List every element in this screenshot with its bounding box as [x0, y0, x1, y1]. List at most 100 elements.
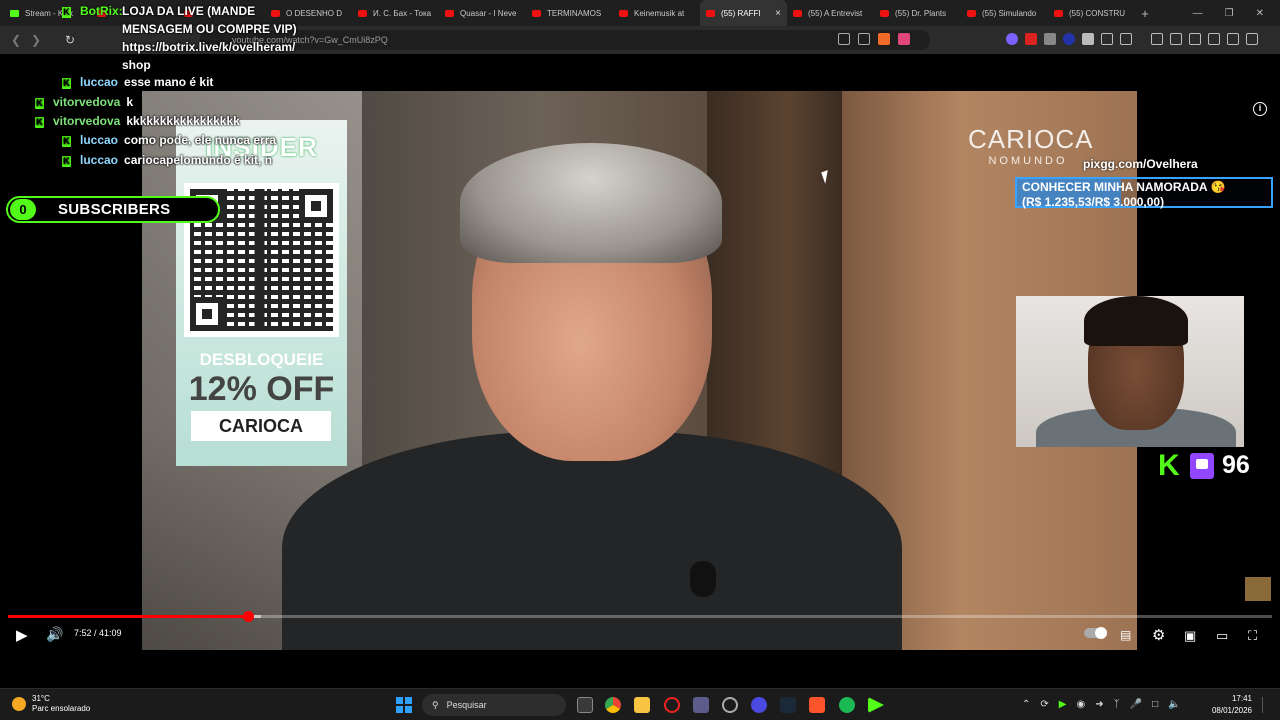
cast-icon[interactable] [838, 33, 850, 45]
kick-logo-icon: K [1158, 448, 1180, 482]
vpn-icon[interactable] [1227, 33, 1239, 45]
back-icon[interactable]: ❮ [6, 33, 26, 47]
extension-icon[interactable] [1006, 33, 1018, 45]
browser-tab[interactable]: (55) Dr. Plants [874, 0, 961, 26]
new-tab-button[interactable]: + [1135, 6, 1155, 21]
chat-message: como pode, ele nunca erra [124, 133, 277, 147]
puzzle-icon[interactable] [1101, 33, 1113, 45]
sidebar-icon[interactable] [1170, 33, 1182, 45]
clock-time: 17:41 [1231, 694, 1252, 703]
network-icon[interactable]: □ [1152, 699, 1158, 710]
tray-app-icon[interactable]: ⟳ [1040, 699, 1048, 710]
donation-goal-title: CONHECER MINHA NAMORADA 😘 [1022, 180, 1226, 194]
restore-icon[interactable]: ❐ [1225, 8, 1234, 19]
browser-tab[interactable]: Quasar - I Neve [439, 0, 526, 26]
channel-watermark: CARIOCA NOMUNDO [968, 124, 1092, 167]
music-icon[interactable] [1151, 33, 1163, 45]
youtube-icon [793, 9, 802, 17]
url-action-icons [838, 33, 910, 45]
taskbar-clock[interactable]: 17:41 08/01/2026 [1204, 693, 1252, 717]
chat-line: Kluccao esse mano é kit [62, 75, 213, 89]
chat-message: LOJA DA LIVE (MANDE MENSAGEM OU COMPRE V… [122, 4, 297, 72]
donation-goal-amount: (R$ 1.235,53/R$ 3.000,00) [1022, 195, 1165, 209]
browser-tab[interactable]: (55) CONSTRU [1048, 0, 1135, 26]
extension-icon[interactable] [1063, 33, 1075, 45]
close-tab-icon[interactable]: × [775, 8, 781, 19]
show-desktop-button[interactable] [1262, 697, 1272, 713]
browser-tab[interactable]: (55) Simulando [961, 0, 1048, 26]
progress-bar[interactable] [8, 611, 1272, 622]
chrome-icon[interactable] [605, 697, 621, 713]
leo-ai-icon[interactable] [1208, 33, 1220, 45]
youtube-icon [967, 9, 976, 17]
tray-kick-icon[interactable]: ▶ [1059, 699, 1067, 710]
browser-tab[interactable]: И. С. Бах - Тока [352, 0, 439, 26]
watermark-line2: NOMUNDO [988, 155, 1068, 167]
windows-start-icon[interactable] [396, 697, 412, 713]
tray-app-icon[interactable]: ◉ [1076, 699, 1085, 710]
autoplay-toggle[interactable] [1084, 627, 1107, 639]
info-icon[interactable]: i [1253, 102, 1267, 116]
steam-icon[interactable] [780, 697, 796, 713]
brave-icon[interactable] [809, 697, 825, 713]
close-window-icon[interactable]: ✕ [1256, 8, 1264, 19]
window-controls: — ❐ ✕ [1193, 8, 1280, 19]
extension-icon[interactable] [1082, 33, 1094, 45]
brave-shield-icon[interactable] [878, 33, 890, 45]
subtitles-icon[interactable]: ▤ [1120, 628, 1131, 642]
screenshot-icon[interactable] [1120, 33, 1132, 45]
chat-line: Kvitorvedova kkkkkkkkkkkkkkkkk [35, 114, 240, 128]
weather-widget[interactable]: 31°C Parc ensolarado [12, 694, 90, 714]
youtube-icon [532, 9, 541, 17]
viewer-count: 96 [1222, 451, 1250, 479]
speaker-icon[interactable]: 🔈 [1168, 699, 1180, 710]
wallet-icon[interactable] [1189, 33, 1201, 45]
forward-icon[interactable]: ❯ [26, 33, 46, 47]
chat-line: Kvitorvedova k [35, 95, 133, 109]
task-view-icon[interactable] [577, 697, 593, 713]
menu-icon[interactable] [1246, 33, 1258, 45]
play-icon[interactable]: ▶ [16, 626, 28, 644]
chat-message: esse mano é kit [124, 75, 214, 89]
miniplayer-icon[interactable]: ▣ [1184, 628, 1196, 644]
minimize-icon[interactable]: — [1193, 8, 1203, 19]
tab-label: (55) Simulando [982, 8, 1037, 18]
app-icon[interactable] [751, 697, 767, 713]
settings-gear-icon[interactable]: ⚙ [1152, 626, 1165, 644]
chat-username: luccao [80, 133, 119, 147]
theater-mode-icon[interactable]: ▭ [1216, 628, 1228, 644]
channel-branding-icon[interactable] [1245, 577, 1271, 601]
share-icon[interactable] [858, 33, 870, 45]
browser-tab[interactable]: Keinemusik at [613, 0, 700, 26]
extension-icon[interactable] [1044, 33, 1056, 45]
opera-icon[interactable] [664, 697, 680, 713]
chat-username: vitorvedova [53, 114, 121, 128]
video-time: 7:52 / 41:09 [74, 628, 122, 638]
browser-tab[interactable]: (55) A Entrevist [787, 0, 874, 26]
tab-label: И. С. Бах - Тока [373, 8, 432, 18]
tray-overflow-icon[interactable]: ⌃ [1022, 699, 1030, 710]
kick-badge-icon: K [35, 98, 44, 109]
obs-icon[interactable] [722, 697, 738, 713]
brave-rewards-icon[interactable] [898, 33, 910, 45]
file-explorer-icon[interactable] [634, 697, 650, 713]
reload-icon[interactable]: ↻ [60, 33, 80, 47]
tray-app-icon[interactable]: ➜ [1095, 699, 1103, 710]
kick-app-icon[interactable] [868, 697, 884, 713]
app-icon[interactable] [693, 697, 709, 713]
browser-tab[interactable]: (55) RAFFI × [700, 0, 787, 26]
taskbar-search[interactable]: ⚲ Pesquisar [422, 694, 566, 716]
tab-label: Keinemusik at [634, 8, 685, 18]
tab-label: TERMINAMOS [547, 8, 602, 18]
spotify-icon[interactable] [839, 697, 855, 713]
sponsor-code: CARIOCA [191, 411, 331, 441]
microphone-icon[interactable]: 🎤 [1130, 699, 1142, 710]
browser-tab[interactable]: TERMINAMOS [526, 0, 613, 26]
fullscreen-icon[interactable]: ⛶ [1248, 628, 1257, 644]
lapel-mic [690, 561, 716, 597]
chat-username: luccao [80, 75, 119, 89]
extension-icon[interactable] [1025, 33, 1037, 45]
bluetooth-icon[interactable]: ᛉ [1114, 699, 1120, 710]
volume-icon[interactable]: 🔊 [46, 626, 63, 643]
subscribers-count: 0 [10, 199, 36, 220]
